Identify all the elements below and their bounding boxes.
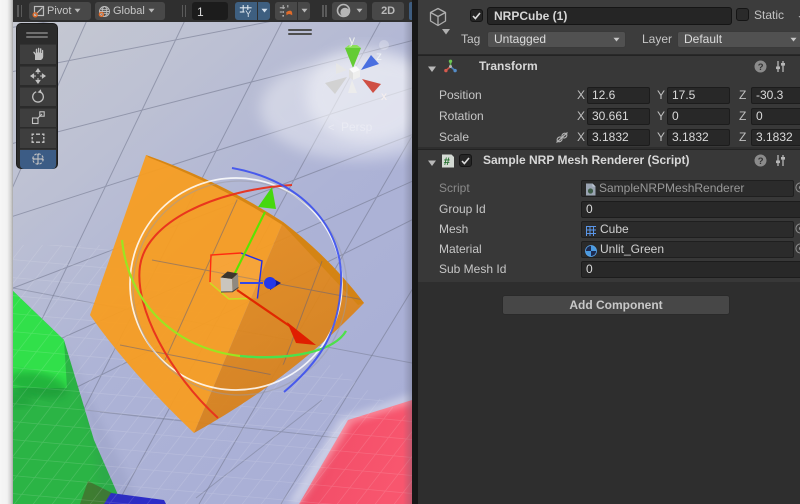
svg-text:z: z [376, 49, 382, 63]
svg-text:?: ? [758, 156, 764, 167]
svg-text:?: ? [758, 62, 764, 73]
svg-text:Y: Y [245, 9, 251, 18]
svg-text:y: y [349, 33, 355, 47]
svg-text:Persp: Persp [341, 120, 373, 134]
svg-text:x: x [381, 89, 387, 103]
svg-text:#: # [444, 156, 450, 168]
svg-text:<: < [328, 122, 334, 134]
